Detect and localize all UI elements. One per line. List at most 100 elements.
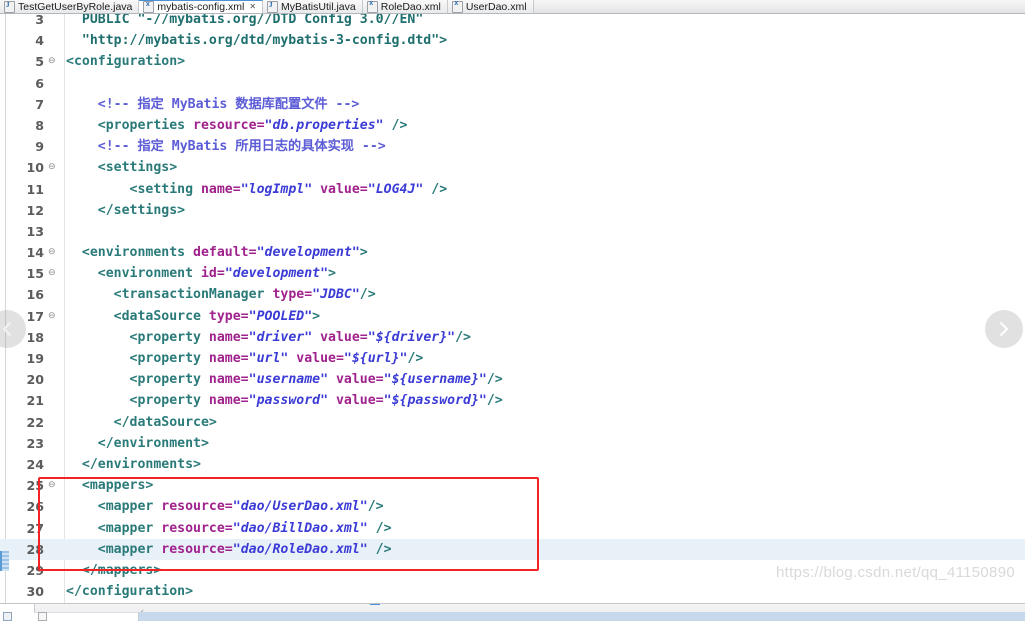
line-number: 3 [35, 14, 44, 27]
fold-collapse-icon[interactable]: ⊖ [46, 263, 64, 284]
code-token: /> [383, 117, 408, 133]
next-annotation-button[interactable] [985, 310, 1023, 348]
code-token: <property [66, 329, 209, 345]
code-line[interactable]: 9 <!-- 指定 MyBatis 所用日志的具体实现 --> [0, 136, 1025, 157]
code-token: value= [335, 393, 384, 409]
code-line[interactable]: 7 <!-- 指定 MyBatis 数据库配置文件 --> [0, 94, 1025, 115]
code-token: /> [367, 520, 392, 536]
bottom-panel-marker [370, 604, 380, 605]
code-line[interactable]: 28 <mapper resource="dao/RoleDao.xml" /> [0, 538, 1025, 560]
code-text: <mapper resource="dao/RoleDao.xml" /> [64, 539, 392, 560]
editor-tab-roledao-xml[interactable]: RoleDao.xml [362, 0, 448, 13]
line-number: 14 [26, 245, 44, 261]
code-token: <mapper [66, 541, 162, 557]
code-line[interactable]: 3 PUBLIC "-//mybatis.org//DTD Config 3.0… [0, 14, 1025, 30]
code-token: <transactionManager [66, 287, 273, 303]
fold-collapse-icon[interactable]: ⊖ [46, 306, 64, 327]
code-line[interactable]: 25 ⊖ <mappers> [0, 475, 1025, 496]
line-number: 23 [26, 435, 44, 451]
line-number: 25 [26, 478, 44, 494]
fold-collapse-icon[interactable]: ⊖ [46, 157, 64, 178]
code-token: value= [296, 351, 344, 366]
code-token: /> [367, 541, 392, 557]
code-token: <dataSource [66, 308, 209, 324]
code-line[interactable]: 10 ⊖ <settings> [0, 157, 1025, 178]
code-token: "LOG4J" [367, 181, 424, 197]
code-token: <property [66, 372, 209, 388]
code-token: "development" [224, 266, 329, 282]
code-line[interactable]: 5 ⊖ <configuration> [0, 51, 1025, 72]
code-line[interactable]: 15 ⊖ <environment id="development"> [0, 263, 1025, 284]
code-line[interactable]: 13 [0, 221, 1025, 242]
code-text: <properties resource="db.properties" /> [64, 115, 408, 136]
code-text: <property name="url" value="${url}"/> [64, 348, 424, 369]
code-line[interactable]: 16 <transactionManager type="JDBC"/> [0, 284, 1025, 305]
xml-file-icon [366, 0, 378, 13]
code-token: "password" [248, 393, 329, 409]
editor-tab-mybatis-config-xml[interactable]: mybatis-config.xml ✕ [139, 0, 264, 13]
code-line[interactable]: 27 <mapper resource="dao/BillDao.xml" /> [0, 518, 1025, 539]
code-text: </settings> [64, 200, 185, 221]
code-token: </mappers> [66, 562, 162, 578]
code-token: > [328, 266, 336, 282]
code-token: resource= [161, 520, 233, 536]
code-token: /> [359, 287, 376, 303]
chevron-left-icon [3, 322, 11, 336]
code-line[interactable]: 11 <setting name="logImpl" value="LOG4J"… [0, 179, 1025, 200]
code-text: <settings> [64, 157, 177, 178]
fold-collapse-icon[interactable]: ⊖ [46, 475, 64, 496]
code-line[interactable]: 6 [0, 73, 1025, 94]
line-number: 13 [26, 223, 44, 239]
code-token: resource= [161, 499, 233, 515]
code-lines[interactable]: 3 PUBLIC "-//mybatis.org//DTD Config 3.0… [0, 14, 1025, 602]
fold-collapse-icon[interactable]: ⊖ [46, 242, 64, 263]
code-line[interactable]: 23 </environment> [0, 433, 1025, 454]
code-token: "POOLED" [248, 308, 313, 324]
code-line[interactable]: 30 </configuration> [0, 581, 1025, 602]
xml-code-editor[interactable]: 3 PUBLIC "-//mybatis.org//DTD Config 3.0… [0, 14, 1025, 603]
bottom-panel-icon-1 [3, 612, 12, 621]
close-icon[interactable]: ✕ [249, 3, 256, 11]
code-token: <property [66, 351, 209, 366]
code-line[interactable]: 8 <properties resource="db.properties" /… [0, 115, 1025, 136]
code-token: <mappers> [66, 478, 154, 494]
code-line[interactable]: 19 <property name="url" value="${url}"/> [0, 348, 1025, 369]
line-number: 21 [26, 393, 44, 409]
code-line[interactable]: 17 ⊖ <dataSource type="POOLED"> [0, 306, 1025, 327]
code-token: default= [193, 245, 257, 261]
code-token: "logImpl" [240, 181, 313, 197]
code-token: /> [486, 393, 503, 409]
code-text: <property name="driver" value="${driver}… [64, 327, 471, 348]
editor-tab-label: MyBatisUtil.java [281, 0, 356, 13]
code-line[interactable]: 22 </dataSource> [0, 412, 1025, 433]
code-token: name= [208, 329, 249, 345]
bottom-panel-fill [139, 612, 1025, 621]
code-line[interactable]: 18 <property name="driver" value="${driv… [0, 327, 1025, 348]
line-number: 9 [35, 139, 44, 155]
code-line[interactable]: 4 "http://mybatis.org/dtd/mybatis-3-conf… [0, 30, 1025, 51]
code-token: resource= [161, 541, 233, 557]
code-token: <configuration> [66, 54, 186, 70]
editor-tab-userdao-xml[interactable]: UserDao.xml [447, 0, 534, 13]
fold-collapse-icon[interactable]: ⊖ [46, 51, 64, 72]
bottom-panel-tab[interactable] [34, 612, 139, 621]
code-line[interactable]: 12 </settings> [0, 200, 1025, 221]
code-line[interactable]: 20 <property name="username" value="${us… [0, 369, 1025, 390]
line-number: 16 [26, 287, 44, 303]
code-token: "db.properties" [264, 117, 384, 133]
code-token: > [359, 245, 368, 261]
code-token: <property [66, 393, 209, 409]
watermark-text: https://blog.csdn.net/qq_41150890 [776, 564, 1015, 581]
editor-tab-testgetuserbyrole-java[interactable]: TestGetUserByRole.java [0, 0, 140, 13]
code-line[interactable]: 24 </environments> [0, 454, 1025, 475]
code-line[interactable]: 21 <property name="password" value="${pa… [0, 390, 1025, 411]
code-text: <mappers> [64, 475, 153, 496]
code-token: name= [208, 351, 249, 366]
code-token: type= [208, 308, 249, 324]
code-token: > [312, 308, 321, 324]
editor-tab-mybatisutil-java[interactable]: MyBatisUtil.java [263, 0, 363, 13]
code-line[interactable]: 14 ⊖ <environments default="development"> [0, 242, 1025, 263]
code-line[interactable]: 26 <mapper resource="dao/UserDao.xml"/> [0, 496, 1025, 517]
java-file-icon [4, 0, 15, 13]
code-text: PUBLIC "-//mybatis.org//DTD Config 3.0//… [64, 14, 423, 30]
